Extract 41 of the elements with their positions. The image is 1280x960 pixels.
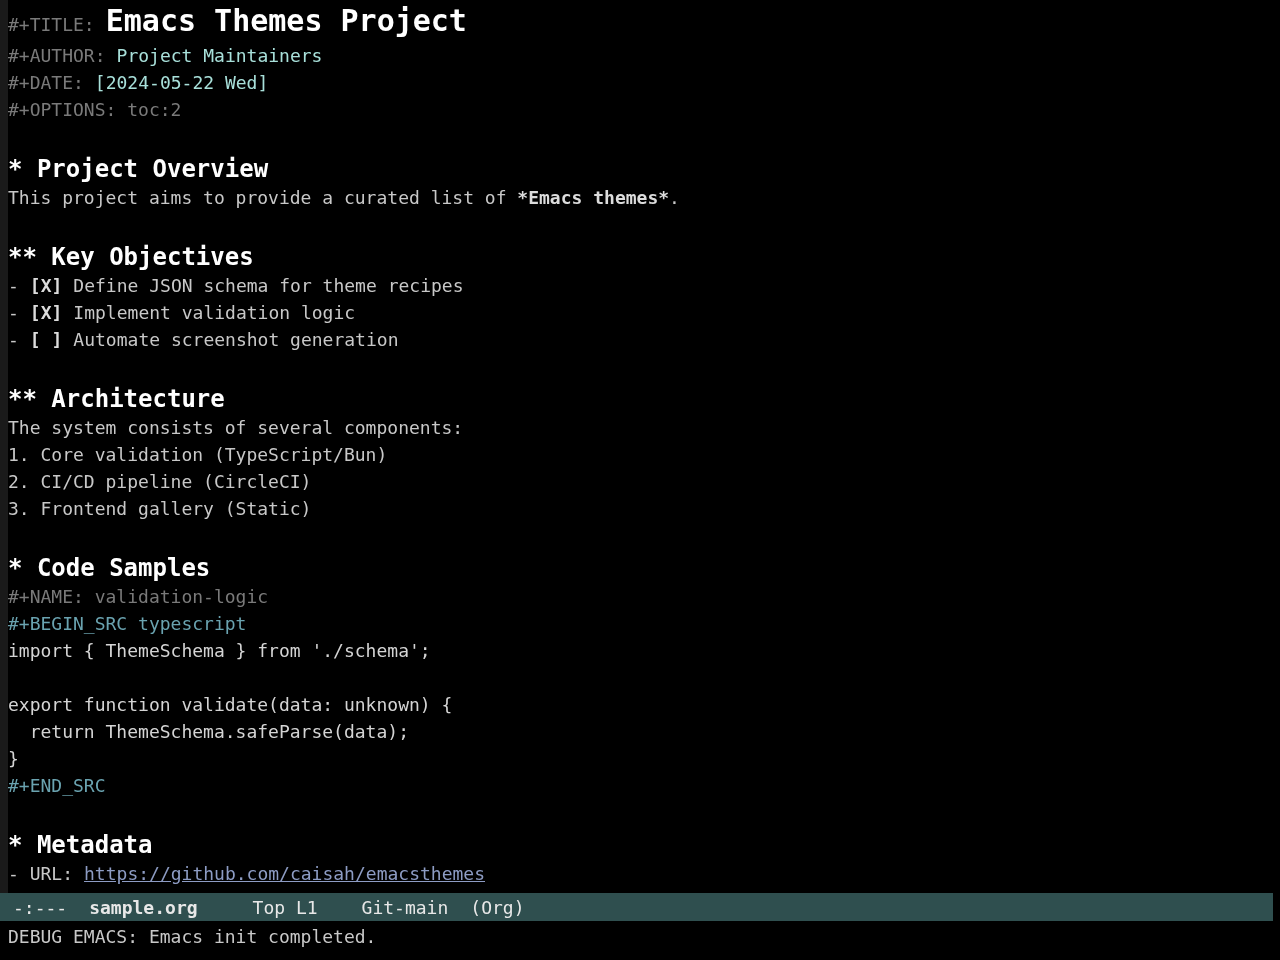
list-bullet: - xyxy=(8,301,19,325)
checkbox-text: [X] xyxy=(29,274,63,298)
buffer-status: -:--- xyxy=(13,895,68,920)
body-text: The system consists of several components: xyxy=(8,416,464,440)
body-text: 2. CI/CD pipeline (CircleCI) xyxy=(8,470,312,494)
list-item-text: Automate screenshot generation xyxy=(73,328,399,352)
body-text: 3. Frontend gallery (Static) xyxy=(8,497,312,521)
block-delimiter: #+BEGIN_SRC typescript xyxy=(8,612,247,636)
keyword-value: Project Maintainers xyxy=(116,44,323,68)
keyword-label: #+AUTHOR: xyxy=(8,44,106,68)
heading: ** Architecture xyxy=(8,384,225,414)
checkbox-text: [X] xyxy=(29,301,63,325)
keyword-label: #+DATE: xyxy=(8,71,84,95)
heading: * Metadata xyxy=(8,830,153,860)
list-item-text: - URL: xyxy=(8,862,74,886)
keyword-line: #+OPTIONS: toc:2 xyxy=(8,98,182,122)
block-delimiter: #+END_SRC xyxy=(8,774,106,798)
heading: ** Key Objectives xyxy=(8,242,254,272)
checkbox-text: [ ] xyxy=(29,328,63,352)
vc-branch: Git-main xyxy=(361,895,449,920)
list-bullet: - xyxy=(8,274,19,298)
code-line: return ThemeSchema.safeParse(data); xyxy=(28,720,409,744)
body-text: 1. Core validation (TypeScript/Bun) xyxy=(8,443,388,467)
buffer-name: sample.org xyxy=(89,895,198,920)
document-title: Emacs Themes Project xyxy=(105,4,467,38)
keyword-line: #+NAME: validation-logic xyxy=(8,585,269,609)
code-line: import { ThemeSchema } from './schema'; xyxy=(8,639,431,663)
keyword-value: [2024-05-22 Wed] xyxy=(94,71,269,95)
code-line: export function validate(data: unknown) { xyxy=(8,693,453,717)
heading: * Project Overview xyxy=(8,154,269,184)
keyword-label: #+TITLE: xyxy=(8,13,95,37)
position-indicator: Top L1 xyxy=(252,895,318,920)
code-line: } xyxy=(8,747,19,771)
heading: * Code Samples xyxy=(8,553,211,583)
list-item-text: Implement validation logic xyxy=(73,301,356,325)
list-item-text: Define JSON schema for theme recipes xyxy=(73,274,464,298)
url-link[interactable]: https://github.com/caisah/emacsthemes xyxy=(84,860,485,887)
list-bullet: - xyxy=(8,328,19,352)
major-mode: (Org) xyxy=(470,895,525,920)
body-text: This project aims to provide a curated list of *Emacs themes*. xyxy=(8,186,680,210)
echo-area-message: DEBUG EMACS: Emacs init completed. xyxy=(8,924,377,949)
